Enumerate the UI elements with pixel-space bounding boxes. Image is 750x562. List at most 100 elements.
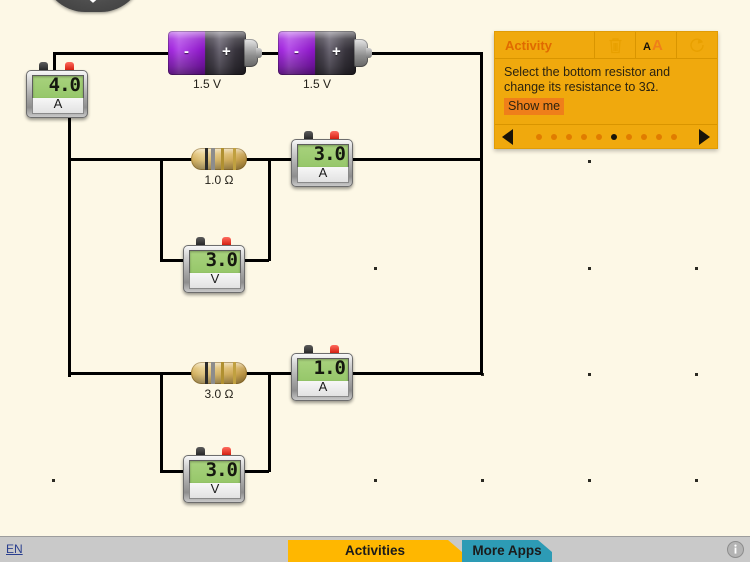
activity-dot[interactable] bbox=[550, 133, 557, 140]
svg-text:A: A bbox=[652, 37, 663, 53]
battery-1[interactable]: - + 1.5 V bbox=[168, 31, 262, 91]
grid-dot bbox=[695, 373, 698, 376]
battery-plus-sign: + bbox=[222, 43, 231, 60]
chevron-down-icon bbox=[89, 0, 97, 3]
wire-top-right bbox=[363, 52, 483, 55]
battery-label: 1.5 V bbox=[302, 77, 332, 91]
grid-dot bbox=[374, 267, 377, 270]
text-size-button[interactable]: A A bbox=[635, 32, 676, 58]
resistor-bottom[interactable]: 3.0 Ω bbox=[191, 362, 247, 401]
activity-dot[interactable] bbox=[625, 133, 632, 140]
resistor-band bbox=[233, 148, 236, 170]
activity-dot[interactable] bbox=[580, 133, 587, 140]
meter-unit-box: V bbox=[189, 271, 241, 289]
battery-terminal bbox=[366, 48, 372, 58]
ammeter-bottom[interactable]: 1.0 A bbox=[291, 345, 353, 401]
resistor-body bbox=[191, 362, 247, 384]
bottom-bar: EN Activities More Apps bbox=[0, 536, 750, 562]
meter-value: 3.0 bbox=[313, 144, 346, 165]
activity-dot[interactable] bbox=[670, 133, 677, 140]
grid-dot bbox=[374, 479, 377, 482]
activity-panel[interactable]: Activity A A Select the bottom resistor … bbox=[494, 31, 718, 149]
prev-arrow-icon[interactable] bbox=[502, 128, 513, 145]
grid-dot bbox=[695, 267, 698, 270]
trash-button[interactable] bbox=[594, 32, 635, 58]
resistor-body bbox=[191, 148, 247, 170]
meter-unit: A bbox=[53, 96, 63, 111]
wire-vbot-right-lead bbox=[243, 470, 269, 473]
resistor-label: 3.0 Ω bbox=[204, 387, 234, 401]
tab-activities[interactable]: Activities bbox=[288, 540, 462, 562]
grid-dot bbox=[481, 479, 484, 482]
battery-terminal bbox=[256, 48, 262, 58]
grid-dot bbox=[588, 373, 591, 376]
trash-icon bbox=[609, 37, 621, 53]
wire-branch-top-right bbox=[353, 158, 483, 161]
activity-dot[interactable] bbox=[595, 133, 602, 140]
reset-button[interactable] bbox=[676, 32, 717, 58]
battery-minus-sign: - bbox=[184, 43, 189, 60]
voltmeter-top[interactable]: 3.0 V bbox=[183, 237, 245, 293]
grid-dot bbox=[588, 160, 591, 163]
wire-top-left bbox=[53, 52, 173, 55]
activity-body: Select the bottom resistor and change it… bbox=[495, 59, 717, 115]
wire-branch-bottom-left bbox=[68, 372, 193, 375]
battery-body bbox=[168, 31, 246, 75]
resistor-band bbox=[205, 362, 208, 384]
wire-vtop-right-lead bbox=[243, 259, 269, 262]
wire-vbot-left-tap bbox=[160, 372, 163, 472]
svg-text:A: A bbox=[643, 41, 651, 53]
activity-dot[interactable] bbox=[640, 133, 647, 140]
reset-icon bbox=[690, 38, 704, 52]
wire-vtop-left-tap bbox=[160, 158, 163, 261]
activity-nav bbox=[495, 124, 717, 148]
resistor-band bbox=[221, 362, 224, 384]
ammeter-main[interactable]: 4.0 A bbox=[26, 62, 88, 118]
meter-unit: A bbox=[318, 379, 328, 394]
language-link[interactable]: EN bbox=[6, 542, 23, 556]
ammeter-top[interactable]: 3.0 A bbox=[291, 131, 353, 187]
resistor-band bbox=[221, 148, 224, 170]
grid-dot bbox=[695, 479, 698, 482]
wire-vtop-right-tap bbox=[268, 158, 271, 261]
wire-right-rail bbox=[480, 52, 483, 374]
battery-plus-sign: + bbox=[332, 43, 341, 60]
resistor-band bbox=[205, 148, 208, 170]
meter-unit-box: A bbox=[297, 165, 349, 183]
activity-dot[interactable] bbox=[535, 133, 542, 140]
grid-dot bbox=[52, 479, 55, 482]
meter-unit: V bbox=[210, 481, 220, 496]
resistor-band bbox=[211, 148, 215, 170]
meter-value: 3.0 bbox=[205, 250, 238, 271]
activity-dot[interactable] bbox=[610, 133, 617, 140]
meter-unit: V bbox=[210, 271, 220, 286]
resistor-top[interactable]: 1.0 Ω bbox=[191, 148, 247, 187]
activity-dot[interactable] bbox=[655, 133, 662, 140]
battery-minus-sign: - bbox=[294, 43, 299, 60]
next-arrow-icon[interactable] bbox=[699, 128, 710, 145]
circuit-canvas[interactable]: - + 1.5 V - + 1.5 V 1.0 Ω 3.0 Ω 4.0 A 3.… bbox=[0, 0, 750, 537]
show-me-link[interactable]: Show me bbox=[504, 98, 565, 115]
wire-vbot-right-tap bbox=[268, 372, 271, 472]
meter-value: 4.0 bbox=[48, 75, 81, 96]
battery-body bbox=[278, 31, 356, 75]
toolbar-pull-tab[interactable] bbox=[43, 0, 143, 12]
resistor-band bbox=[233, 362, 236, 384]
meter-unit-box: A bbox=[32, 96, 84, 114]
resistor-label: 1.0 Ω bbox=[204, 173, 234, 187]
resistor-band bbox=[211, 362, 215, 384]
meter-unit: A bbox=[318, 165, 328, 180]
meter-value: 1.0 bbox=[313, 358, 346, 379]
activity-title: Activity bbox=[505, 37, 552, 53]
activity-instruction: Select the bottom resistor and change it… bbox=[504, 65, 671, 94]
activity-header: Activity A A bbox=[495, 32, 717, 59]
wire-branch-top-left bbox=[68, 158, 193, 161]
tab-more-apps[interactable]: More Apps bbox=[462, 540, 552, 562]
info-icon[interactable] bbox=[727, 541, 744, 558]
text-size-icon: A A bbox=[643, 37, 663, 53]
voltmeter-bottom[interactable]: 3.0 V bbox=[183, 447, 245, 503]
meter-unit-box: V bbox=[189, 481, 241, 499]
activity-dots bbox=[535, 133, 677, 140]
battery-2[interactable]: - + 1.5 V bbox=[278, 31, 372, 91]
activity-dot[interactable] bbox=[565, 133, 572, 140]
